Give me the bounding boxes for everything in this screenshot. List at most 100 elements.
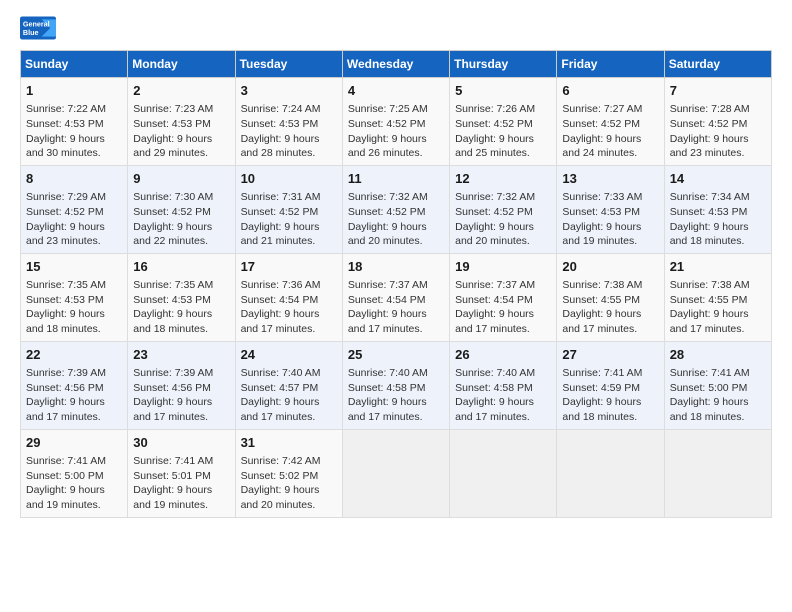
day-number: 15	[26, 258, 122, 276]
day-header-saturday: Saturday	[664, 51, 771, 78]
day-info: Sunrise: 7:35 AM Sunset: 4:53 PM Dayligh…	[26, 278, 122, 337]
day-info: Sunrise: 7:41 AM Sunset: 5:01 PM Dayligh…	[133, 454, 229, 513]
day-header-wednesday: Wednesday	[342, 51, 449, 78]
calendar-day: 7Sunrise: 7:28 AM Sunset: 4:52 PM Daylig…	[664, 78, 771, 166]
calendar-day: 11Sunrise: 7:32 AM Sunset: 4:52 PM Dayli…	[342, 165, 449, 253]
svg-text:General: General	[23, 20, 50, 29]
day-info: Sunrise: 7:29 AM Sunset: 4:52 PM Dayligh…	[26, 190, 122, 249]
day-header-thursday: Thursday	[450, 51, 557, 78]
calendar-day: 27Sunrise: 7:41 AM Sunset: 4:59 PM Dayli…	[557, 341, 664, 429]
calendar-day: 14 Sunrise: 7:34 AM Sunset: 4:53 PM Dayli…	[664, 165, 771, 253]
day-number: 12	[455, 170, 551, 188]
page-header: General Blue	[20, 16, 772, 42]
calendar-week-5: 29 Sunrise: 7:41 AM Sunset: 5:00 PM Dayli…	[21, 429, 772, 517]
day-info: Sunrise: 7:34 AM Sunset: 4:53 PM Dayligh…	[670, 190, 766, 249]
day-info: Sunrise: 7:37 AM Sunset: 4:54 PM Dayligh…	[455, 278, 551, 337]
calendar-day: 19 Sunrise: 7:37 AM Sunset: 4:54 PM Dayli…	[450, 253, 557, 341]
calendar-day: 24Sunrise: 7:40 AM Sunset: 4:57 PM Dayli…	[235, 341, 342, 429]
day-number: 21	[670, 258, 766, 276]
day-info: Sunrise: 7:28 AM Sunset: 4:52 PM Dayligh…	[670, 102, 766, 161]
day-number: 6	[562, 82, 658, 100]
day-number: 28	[670, 346, 766, 364]
day-number: 14	[670, 170, 766, 188]
day-info: Sunrise: 7:41 AM Sunset: 5:00 PM Dayligh…	[670, 366, 766, 425]
day-number: 24	[241, 346, 337, 364]
day-info: Sunrise: 7:23 AM Sunset: 4:53 PM Dayligh…	[133, 102, 229, 161]
calendar-day	[342, 429, 449, 517]
day-info: Sunrise: 7:35 AM Sunset: 4:53 PM Dayligh…	[133, 278, 229, 337]
day-number: 20	[562, 258, 658, 276]
day-number: 22	[26, 346, 122, 364]
calendar-day: 20 Sunrise: 7:38 AM Sunset: 4:55 PM Dayli…	[557, 253, 664, 341]
calendar-day: 9Sunrise: 7:30 AM Sunset: 4:52 PM Daylig…	[128, 165, 235, 253]
calendar-week-4: 22 Sunrise: 7:39 AM Sunset: 4:56 PM Dayli…	[21, 341, 772, 429]
day-info: Sunrise: 7:42 AM Sunset: 5:02 PM Dayligh…	[241, 454, 337, 513]
calendar-day	[664, 429, 771, 517]
calendar-day: 26 Sunrise: 7:40 AM Sunset: 4:58 PM Dayli…	[450, 341, 557, 429]
day-info: Sunrise: 7:40 AM Sunset: 4:58 PM Dayligh…	[455, 366, 551, 425]
logo: General Blue	[20, 16, 56, 42]
calendar-day: 21 Sunrise: 7:38 AM Sunset: 4:55 PM Dayli…	[664, 253, 771, 341]
calendar-day: 6 Sunrise: 7:27 AM Sunset: 4:52 PM Daylig…	[557, 78, 664, 166]
day-info: Sunrise: 7:39 AM Sunset: 4:56 PM Dayligh…	[26, 366, 122, 425]
day-number: 18	[348, 258, 444, 276]
day-info: Sunrise: 7:30 AM Sunset: 4:52 PM Dayligh…	[133, 190, 229, 249]
day-number: 30	[133, 434, 229, 452]
day-number: 11	[348, 170, 444, 188]
day-header-sunday: Sunday	[21, 51, 128, 78]
calendar-day: 16Sunrise: 7:35 AM Sunset: 4:53 PM Dayli…	[128, 253, 235, 341]
day-info: Sunrise: 7:32 AM Sunset: 4:52 PM Dayligh…	[455, 190, 551, 249]
day-number: 23	[133, 346, 229, 364]
day-number: 2	[133, 82, 229, 100]
calendar-day: 5 Sunrise: 7:26 AM Sunset: 4:52 PM Daylig…	[450, 78, 557, 166]
calendar-day: 13Sunrise: 7:33 AM Sunset: 4:53 PM Dayli…	[557, 165, 664, 253]
day-number: 3	[241, 82, 337, 100]
calendar-day: 30 Sunrise: 7:41 AM Sunset: 5:01 PM Dayli…	[128, 429, 235, 517]
day-number: 1	[26, 82, 122, 100]
day-number: 5	[455, 82, 551, 100]
calendar-day: 4 Sunrise: 7:25 AM Sunset: 4:52 PM Daylig…	[342, 78, 449, 166]
day-number: 10	[241, 170, 337, 188]
day-info: Sunrise: 7:22 AM Sunset: 4:53 PM Dayligh…	[26, 102, 122, 161]
day-header-monday: Monday	[128, 51, 235, 78]
day-info: Sunrise: 7:26 AM Sunset: 4:52 PM Dayligh…	[455, 102, 551, 161]
day-info: Sunrise: 7:36 AM Sunset: 4:54 PM Dayligh…	[241, 278, 337, 337]
day-number: 29	[26, 434, 122, 452]
calendar-day: 2 Sunrise: 7:23 AM Sunset: 4:53 PM Daylig…	[128, 78, 235, 166]
calendar-table: SundayMondayTuesdayWednesdayThursdayFrid…	[20, 50, 772, 518]
svg-text:Blue: Blue	[23, 28, 39, 37]
calendar-day	[450, 429, 557, 517]
calendar-day: 31 Sunrise: 7:42 AM Sunset: 5:02 PM Dayli…	[235, 429, 342, 517]
day-info: Sunrise: 7:38 AM Sunset: 4:55 PM Dayligh…	[670, 278, 766, 337]
day-info: Sunrise: 7:40 AM Sunset: 4:58 PM Dayligh…	[348, 366, 444, 425]
day-info: Sunrise: 7:25 AM Sunset: 4:52 PM Dayligh…	[348, 102, 444, 161]
day-number: 17	[241, 258, 337, 276]
day-number: 19	[455, 258, 551, 276]
calendar-day: 12 Sunrise: 7:32 AM Sunset: 4:52 PM Dayli…	[450, 165, 557, 253]
day-info: Sunrise: 7:31 AM Sunset: 4:52 PM Dayligh…	[241, 190, 337, 249]
day-info: Sunrise: 7:41 AM Sunset: 5:00 PM Dayligh…	[26, 454, 122, 513]
day-number: 25	[348, 346, 444, 364]
day-info: Sunrise: 7:27 AM Sunset: 4:52 PM Dayligh…	[562, 102, 658, 161]
calendar-day: 22 Sunrise: 7:39 AM Sunset: 4:56 PM Dayli…	[21, 341, 128, 429]
day-number: 31	[241, 434, 337, 452]
calendar-day: 3 Sunrise: 7:24 AM Sunset: 4:53 PM Daylig…	[235, 78, 342, 166]
day-info: Sunrise: 7:24 AM Sunset: 4:53 PM Dayligh…	[241, 102, 337, 161]
calendar-day: 25 Sunrise: 7:40 AM Sunset: 4:58 PM Dayli…	[342, 341, 449, 429]
calendar-day: 15 Sunrise: 7:35 AM Sunset: 4:53 PM Dayli…	[21, 253, 128, 341]
calendar-day: 28 Sunrise: 7:41 AM Sunset: 5:00 PM Dayli…	[664, 341, 771, 429]
day-info: Sunrise: 7:37 AM Sunset: 4:54 PM Dayligh…	[348, 278, 444, 337]
calendar-day: 23 Sunrise: 7:39 AM Sunset: 4:56 PM Dayli…	[128, 341, 235, 429]
calendar-day: 18 Sunrise: 7:37 AM Sunset: 4:54 PM Dayli…	[342, 253, 449, 341]
day-number: 8	[26, 170, 122, 188]
calendar-day	[557, 429, 664, 517]
day-info: Sunrise: 7:39 AM Sunset: 4:56 PM Dayligh…	[133, 366, 229, 425]
calendar-week-3: 15 Sunrise: 7:35 AM Sunset: 4:53 PM Dayli…	[21, 253, 772, 341]
calendar-day: 17 Sunrise: 7:36 AM Sunset: 4:54 PM Dayli…	[235, 253, 342, 341]
day-info: Sunrise: 7:41 AM Sunset: 4:59 PM Dayligh…	[562, 366, 658, 425]
day-number: 26	[455, 346, 551, 364]
day-info: Sunrise: 7:38 AM Sunset: 4:55 PM Dayligh…	[562, 278, 658, 337]
day-header-tuesday: Tuesday	[235, 51, 342, 78]
day-number: 4	[348, 82, 444, 100]
calendar-day: 10 Sunrise: 7:31 AM Sunset: 4:52 PM Dayli…	[235, 165, 342, 253]
